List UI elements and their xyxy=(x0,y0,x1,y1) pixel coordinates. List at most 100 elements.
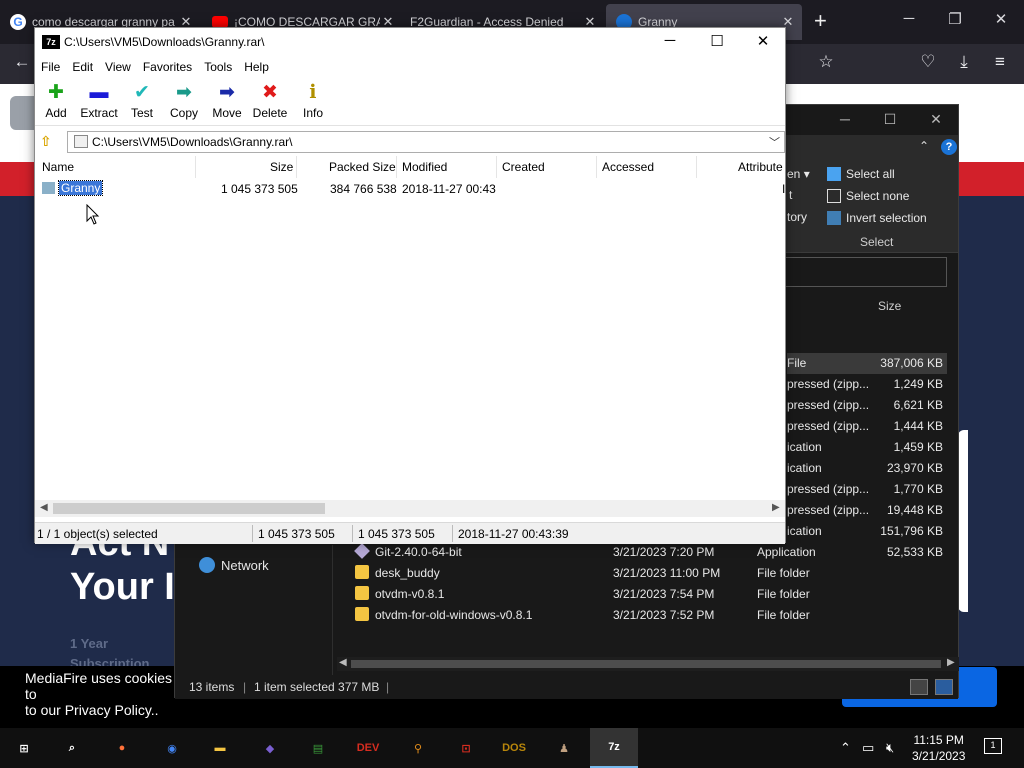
taskbar-file-explorer-icon[interactable]: ▬ xyxy=(206,734,234,762)
search-box[interactable] xyxy=(775,257,947,287)
table-row[interactable]: ication 151,796 KB xyxy=(787,521,947,542)
taskbar-search-icon[interactable]: ⌕ xyxy=(58,734,86,762)
toolbar: ✚ Add ▬ Extract ✔ Test ➡ Copy ➡ Move ✖ Delete ℹ Info xyxy=(35,78,785,126)
select-all-button[interactable]: Select all xyxy=(827,167,895,181)
taskbar-search-tool-icon[interactable]: ⚲ xyxy=(404,734,432,762)
table-row[interactable]: ication 23,970 KB xyxy=(787,458,947,479)
menu-favorites[interactable]: Favorites xyxy=(137,56,198,78)
tray-chevron-icon[interactable]: ⌃ xyxy=(840,740,851,756)
column-size[interactable]: Size xyxy=(270,160,293,174)
file-type: pressed (zipp... xyxy=(787,503,870,517)
history-button[interactable]: tory xyxy=(787,210,807,224)
taskbar-charts-icon[interactable]: ▤ xyxy=(304,734,332,762)
test-button[interactable]: ✔ Test xyxy=(122,82,162,120)
help-icon[interactable]: ? xyxy=(941,139,957,155)
file-type: ication xyxy=(787,461,822,475)
table-row[interactable]: File 387,006 KB xyxy=(787,353,947,374)
column-attributes[interactable]: Attribute xyxy=(738,160,783,174)
delete-button[interactable]: ✖ Delete xyxy=(250,82,290,120)
column-accessed[interactable]: Accessed xyxy=(602,160,654,174)
maximize-icon[interactable]: ☐ xyxy=(875,111,905,128)
move-button[interactable]: ➡ Move xyxy=(207,82,247,120)
column-modified[interactable]: Modified xyxy=(402,160,447,174)
horizontal-scrollbar[interactable]: ◀ ▶ xyxy=(337,657,959,671)
scroll-right-icon[interactable]: ▶ xyxy=(947,657,955,668)
nav-item-network[interactable]: Network xyxy=(199,557,269,573)
table-row[interactable]: pressed (zipp... 1,444 KB xyxy=(787,416,947,437)
chevron-down-icon[interactable]: ﹀ xyxy=(769,134,780,150)
taskbar-dosbox-icon[interactable]: DOS xyxy=(500,734,528,762)
minimize-icon[interactable]: ─ xyxy=(897,10,921,27)
menu-tools[interactable]: Tools xyxy=(198,56,238,78)
scroll-left-icon[interactable]: ◀ xyxy=(339,657,347,668)
taskbar-start-icon[interactable]: ⊞ xyxy=(10,734,38,762)
details-view-icon[interactable] xyxy=(910,679,928,695)
pocket-icon[interactable]: ♡ xyxy=(916,52,940,72)
table-row[interactable]: pressed (zipp... 19,448 KB xyxy=(787,500,947,521)
bookmark-star-icon[interactable]: ☆ xyxy=(814,52,838,72)
address-bar[interactable]: C:\Users\VM5\Downloads\Granny.rar\ ﹀ xyxy=(67,131,785,153)
taskbar-firefox-icon[interactable]: ● xyxy=(108,734,136,762)
menu-file[interactable]: File xyxy=(35,56,66,78)
table-row[interactable]: Granny 1 045 373 505 384 766 538 2018-11… xyxy=(35,178,785,200)
open-menu-button[interactable]: en ▾ xyxy=(787,167,810,181)
back-icon[interactable]: ← xyxy=(10,52,34,72)
git-app-icon xyxy=(354,543,370,559)
table-row[interactable]: pressed (zipp... 1,249 KB xyxy=(787,374,947,395)
notification-center-icon[interactable]: 1 xyxy=(984,738,1002,754)
file-date: 3/21/2023 7:52 PM xyxy=(613,608,715,622)
file-type: File folder xyxy=(757,608,810,622)
menu-view[interactable]: View xyxy=(99,56,137,78)
taskbar-app-figures-icon[interactable]: ♟ xyxy=(550,734,578,762)
invert-selection-button[interactable]: Invert selection xyxy=(827,211,927,225)
column-packed-size[interactable]: Packed Size xyxy=(329,160,396,174)
column-name[interactable]: Name xyxy=(42,160,74,174)
table-row[interactable]: otvdm-v0.8.1 3/21/2023 7:54 PM File folder xyxy=(351,584,947,605)
table-row[interactable]: ication 1,459 KB xyxy=(787,437,947,458)
table-row[interactable]: pressed (zipp... 6,621 KB xyxy=(787,395,947,416)
extract-button[interactable]: ▬ Extract xyxy=(79,82,119,120)
select-none-button[interactable]: Select none xyxy=(827,189,909,203)
column-size[interactable]: Size xyxy=(878,299,901,313)
new-tab-button[interactable]: + xyxy=(814,8,827,34)
folder-icon xyxy=(74,135,88,148)
volume-muted-icon[interactable]: 🔇︎ xyxy=(886,740,894,756)
download-icon[interactable]: ⤓ xyxy=(952,52,976,72)
close-icon[interactable]: ✕ xyxy=(921,111,951,128)
ribbon-collapse-icon[interactable]: ⌃ xyxy=(919,139,929,153)
taskbar-7zip-icon[interactable]: 7z xyxy=(590,728,638,768)
scroll-thumb[interactable] xyxy=(351,660,941,668)
large-icons-view-icon[interactable] xyxy=(935,679,953,695)
horizontal-scrollbar[interactable]: ◀ ▶ xyxy=(35,500,785,517)
scroll-thumb[interactable] xyxy=(53,503,325,514)
close-window-icon[interactable]: ✕ xyxy=(989,10,1013,28)
maximize-icon[interactable]: ☐ xyxy=(702,32,732,50)
minimize-icon[interactable]: ─ xyxy=(655,32,685,49)
ribbon-group-select: Select xyxy=(860,235,894,249)
taskbar-dev-cpp-icon[interactable]: DEV xyxy=(354,734,382,762)
taskbar-visual-studio-icon[interactable]: ◆ xyxy=(256,734,284,762)
menu-edit[interactable]: Edit xyxy=(66,56,99,78)
add-button[interactable]: ✚ Add xyxy=(36,82,76,120)
info-button[interactable]: ℹ Info xyxy=(293,82,333,120)
scroll-left-icon[interactable]: ◀ xyxy=(40,502,48,513)
column-created[interactable]: Created xyxy=(502,160,545,174)
network-status-icon[interactable]: ▭ xyxy=(862,740,874,756)
copy-button[interactable]: ➡ Copy xyxy=(164,82,204,120)
scroll-right-icon[interactable]: ▶ xyxy=(772,502,780,513)
table-row[interactable]: Git-2.40.0-64-bit 3/21/2023 7:20 PM Applic… xyxy=(351,542,947,563)
table-row[interactable]: pressed (zipp... 1,770 KB xyxy=(787,479,947,500)
menu-help[interactable]: Help xyxy=(238,56,275,78)
taskbar-chrome-icon[interactable]: ◉ xyxy=(158,734,186,762)
menu-icon[interactable]: ≡ xyxy=(988,52,1012,72)
maximize-icon[interactable]: ❐ xyxy=(943,10,967,28)
folder-up-icon[interactable]: ⇧ xyxy=(40,133,56,149)
system-clock[interactable]: 11:15 PM 3/21/2023 xyxy=(912,732,965,764)
taskbar-app-d-icon[interactable]: ⊡ xyxy=(452,734,480,762)
close-icon[interactable]: ✕ xyxy=(748,32,778,50)
table-row[interactable]: desk_buddy 3/21/2023 11:00 PM File folder xyxy=(351,563,947,584)
table-row[interactable]: otvdm-for-old-windows-v0.8.1 3/21/2023 7:… xyxy=(351,605,947,626)
minimize-icon[interactable]: ─ xyxy=(830,111,860,127)
item-name[interactable]: Granny xyxy=(42,180,104,196)
file-size: 6,621 KB xyxy=(893,398,943,412)
